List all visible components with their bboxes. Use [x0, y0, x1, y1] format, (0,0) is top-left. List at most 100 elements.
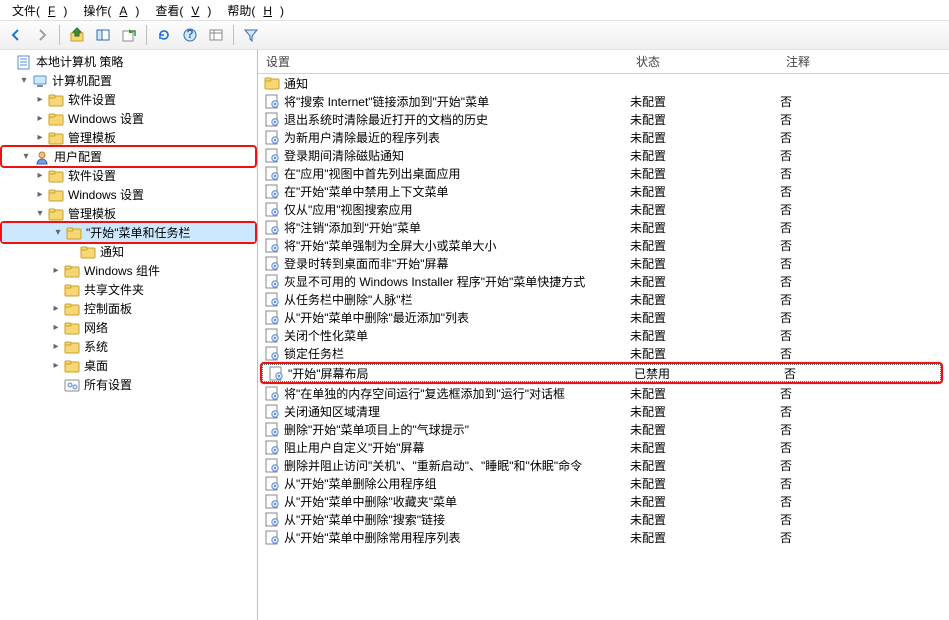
list-setting-row[interactable]: 从"开始"菜单中删除"最近添加"列表未配置否 — [258, 308, 949, 326]
filter-icon — [243, 27, 259, 43]
menubar: 文件(F)操作(A)查看(V)帮助(H) — [0, 0, 949, 20]
list-setting-row[interactable]: 将"注销"添加到"开始"菜单未配置否 — [258, 218, 949, 236]
list-setting-row[interactable]: 为新用户清除最近的程序列表未配置否 — [258, 128, 949, 146]
menu-h[interactable]: 帮助(H) — [219, 0, 292, 21]
expander-icon[interactable]: ▸ — [48, 266, 64, 276]
list-setting-row[interactable]: 删除"开始"菜单项目上的"气球提示"未配置否 — [258, 420, 949, 438]
list-setting-row[interactable]: 灰显不可用的 Windows Installer 程序"开始"菜单快捷方式未配置… — [258, 272, 949, 290]
tree-cc-windows[interactable]: ▸ Windows 设置 — [0, 109, 257, 128]
list-setting-row[interactable]: 关闭个性化菜单未配置否 — [258, 326, 949, 344]
col-header-comment[interactable]: 注释 — [778, 50, 949, 74]
expander-icon[interactable]: ▾ — [50, 228, 66, 238]
toolbar-refresh-button[interactable] — [152, 23, 176, 47]
list-setting-row[interactable]: 从"开始"菜单中删除"搜索"链接未配置否 — [258, 510, 949, 528]
tree-all-settings[interactable]: 所有设置 — [0, 375, 257, 394]
tree-start-taskbar[interactable]: ▾"开始"菜单和任务栏 — [2, 223, 255, 242]
expander-icon[interactable]: ▾ — [32, 209, 48, 219]
cell-status: 未配置 — [630, 111, 780, 128]
folder-icon — [48, 92, 64, 108]
list-setting-row[interactable]: "开始"屏幕布局已禁用否 — [262, 364, 941, 382]
expander-icon[interactable]: ▾ — [16, 76, 32, 86]
toolbar-show-hide-button[interactable] — [91, 23, 115, 47]
cell-comment: 否 — [780, 493, 949, 510]
list-setting-row[interactable]: 从任务栏中删除"人脉"栏未配置否 — [258, 290, 949, 308]
menu-v[interactable]: 查看(V) — [147, 0, 219, 21]
tree-label: 所有设置 — [84, 376, 132, 393]
menu-f[interactable]: 文件(F) — [4, 0, 75, 21]
list-setting-row[interactable]: 将"在单独的内存空间运行"复选框添加到"运行"对话框未配置否 — [258, 384, 949, 402]
expander-icon[interactable]: ▸ — [32, 133, 48, 143]
folder-icon — [64, 301, 80, 317]
cell-setting: 在"应用"视图中首先列出桌面应用 — [284, 165, 630, 182]
tree-uc-windows[interactable]: ▸Windows 设置 — [0, 185, 257, 204]
list-setting-row[interactable]: 将"开始"菜单强制为全屏大小或菜单大小未配置否 — [258, 236, 949, 254]
list-setting-row[interactable]: 退出系统时清除最近打开的文档的历史未配置否 — [258, 110, 949, 128]
expander-icon[interactable]: ▸ — [32, 114, 48, 124]
menu-a[interactable]: 操作(A) — [75, 0, 147, 21]
cell-setting: 仅从"应用"视图搜索应用 — [284, 201, 630, 218]
cell-setting: 登录时转到桌面而非"开始"屏幕 — [284, 255, 630, 272]
col-header-setting[interactable]: 设置 — [258, 50, 628, 74]
list-setting-row[interactable]: 锁定任务栏未配置否 — [258, 344, 949, 362]
list-setting-row[interactable]: 将"搜索 Internet"链接添加到"开始"菜单未配置否 — [258, 92, 949, 110]
setting-icon — [264, 165, 280, 181]
toolbar-forward-button[interactable] — [30, 23, 54, 47]
toolbar-help-button[interactable] — [178, 23, 202, 47]
col-header-status[interactable]: 状态 — [628, 50, 778, 74]
expander-icon[interactable]: ▸ — [32, 171, 48, 181]
tree-label: Windows 设置 — [68, 110, 144, 127]
list-setting-row[interactable]: 在"应用"视图中首先列出桌面应用未配置否 — [258, 164, 949, 182]
toolbar-export-button[interactable] — [117, 23, 141, 47]
list-setting-row[interactable]: 从"开始"菜单删除公用程序组未配置否 — [258, 474, 949, 492]
list-setting-row[interactable]: 在"开始"菜单中禁用上下文菜单未配置否 — [258, 182, 949, 200]
cell-setting: 将"搜索 Internet"链接添加到"开始"菜单 — [284, 93, 630, 110]
tree-root[interactable]: 本地计算机 策略 — [0, 52, 257, 71]
expander-icon[interactable]: ▸ — [32, 95, 48, 105]
setting-icon — [264, 511, 280, 527]
expander-icon[interactable]: ▸ — [48, 304, 64, 314]
tree-computer-config[interactable]: ▾计算机配置 — [0, 71, 257, 90]
expander-icon[interactable]: ▸ — [48, 361, 64, 371]
cell-setting: 登录期间清除磁贴通知 — [284, 147, 630, 164]
expander-icon[interactable]: ▸ — [48, 323, 64, 333]
list-setting-row[interactable]: 从"开始"菜单中删除常用程序列表未配置否 — [258, 528, 949, 546]
setting-icon — [264, 111, 280, 127]
toolbar-filter-button[interactable] — [239, 23, 263, 47]
expander-icon[interactable]: ▸ — [48, 342, 64, 352]
list-setting-row[interactable]: 登录时转到桌面而非"开始"屏幕未配置否 — [258, 254, 949, 272]
list-setting-row[interactable]: 删除并阻止访问"关机"、"重新启动"、"睡眠"和"休眠"命令未配置否 — [258, 456, 949, 474]
folder-icon — [264, 75, 280, 91]
tree-notify[interactable]: 通知 — [0, 242, 257, 261]
list-setting-row[interactable]: 登录期间清除磁贴通知未配置否 — [258, 146, 949, 164]
cell-setting: 关闭通知区域清理 — [284, 403, 630, 420]
cell-setting: 阻止用户自定义"开始"屏幕 — [284, 439, 630, 456]
tree-network[interactable]: ▸ 网络 — [0, 318, 257, 337]
tree-control-panel[interactable]: ▸控制面板 — [0, 299, 257, 318]
list-folder-row[interactable]: 通知 — [258, 74, 949, 92]
toolbar-prop-button[interactable] — [204, 23, 228, 47]
toolbar-back-button[interactable] — [4, 23, 28, 47]
list-setting-row[interactable]: 仅从"应用"视图搜索应用未配置否 — [258, 200, 949, 218]
expander-icon[interactable]: ▾ — [18, 152, 34, 162]
tree-win-components[interactable]: ▸Windows 组件 — [0, 261, 257, 280]
list-setting-row[interactable]: 关闭通知区域清理未配置否 — [258, 402, 949, 420]
tree-desktop[interactable]: ▸桌面 — [0, 356, 257, 375]
details-pane[interactable]: 设置 状态 注释 通知将"搜索 Internet"链接添加到"开始"菜单未配置否… — [258, 50, 949, 620]
cell-comment: 否 — [780, 511, 949, 528]
tree-shared[interactable]: 共享文件夹 — [0, 280, 257, 299]
setting-icon — [264, 309, 280, 325]
tree-label: 网络 — [84, 319, 108, 336]
cell-setting: 从"开始"菜单中删除"最近添加"列表 — [284, 309, 630, 326]
list-setting-row[interactable]: 阻止用户自定义"开始"屏幕未配置否 — [258, 438, 949, 456]
tree-uc-software[interactable]: ▸软件设置 — [0, 166, 257, 185]
cell-comment: 否 — [780, 147, 949, 164]
list-setting-row[interactable]: 从"开始"菜单中删除"收藏夹"菜单未配置否 — [258, 492, 949, 510]
cell-setting: 通知 — [284, 75, 630, 92]
tree-pane[interactable]: 本地计算机 策略▾计算机配置▸软件设置▸Windows 设置▸管理模板▾用户配置… — [0, 50, 258, 620]
tree-system[interactable]: ▸系统 — [0, 337, 257, 356]
toolbar-up-button[interactable] — [65, 23, 89, 47]
tree-user-config[interactable]: ▾用户配置 — [2, 147, 255, 166]
setting-icon — [264, 255, 280, 271]
expander-icon[interactable]: ▸ — [32, 190, 48, 200]
tree-cc-software[interactable]: ▸软件设置 — [0, 90, 257, 109]
